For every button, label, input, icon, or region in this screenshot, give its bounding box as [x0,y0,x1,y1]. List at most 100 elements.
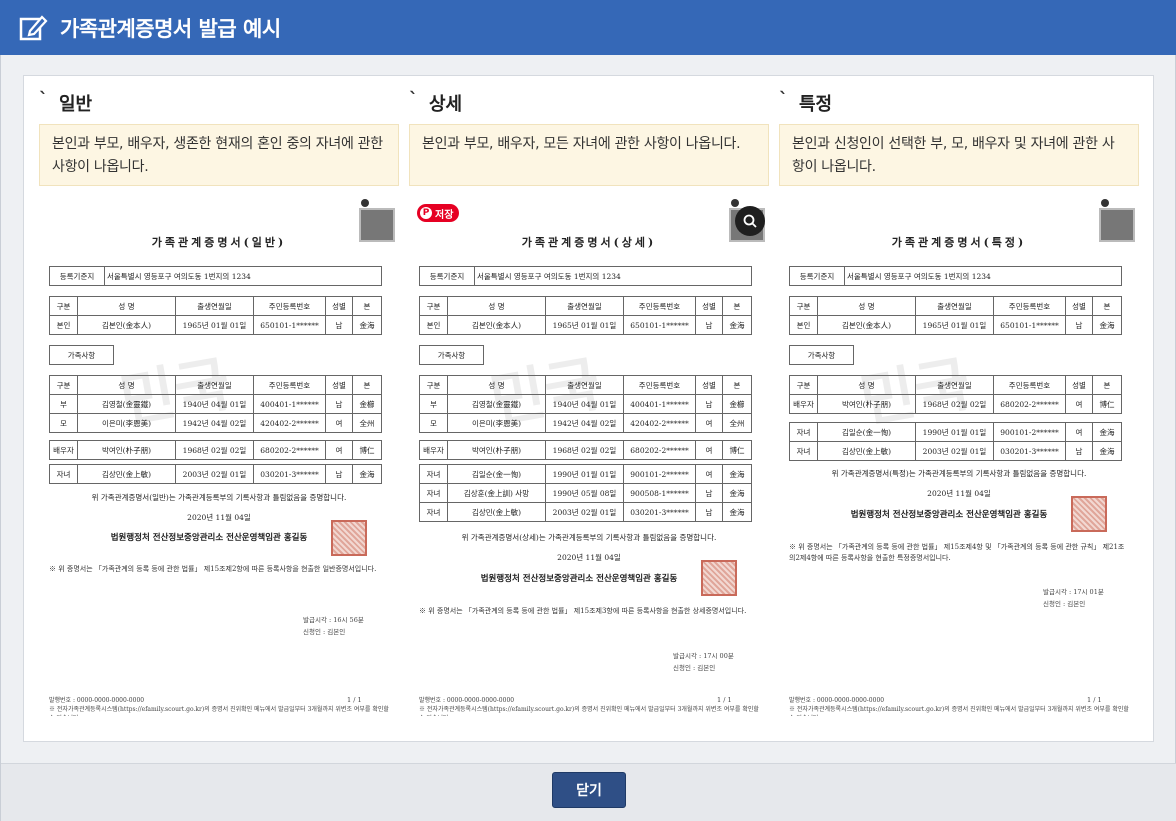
header-cell: 성 명 [77,296,176,316]
cell: 본 [722,375,752,395]
official-seal [701,560,737,596]
table-row: 모 이은미(李恩美) 1942년 04월 02일 420402-2****** 여 全州 [419,413,752,433]
cell: 金海 [1092,422,1122,442]
cell: 남 [1065,441,1093,461]
cell: 출생연월일 [545,296,624,316]
cell: 博仁 [352,440,382,460]
cell: 김상민(金上敏) [77,464,176,484]
cell: 남 [1065,315,1093,335]
cell: 900101-2****** [623,464,696,484]
cell: 성별 [695,375,723,395]
visual-search-icon[interactable] [735,206,765,236]
table-row: 본인 김본인(金本人) 1965년 01월 01일 650101-1****** 남 金海 [419,315,752,335]
cell: 출생연월일 [915,375,994,395]
cell: 남 [325,315,353,335]
children-table: 자녀 김일순(金一恂) 1990년 01월 01일 900101-2****** 여 金海… [789,422,1122,461]
pinterest-icon: P [420,207,432,219]
cell: 이은미(李恩美) [447,413,546,433]
cell: 성 명 [447,375,546,395]
issue-time: 발급시각 : 17시 01분 [1043,588,1104,596]
cell: 자녀 [49,464,78,484]
cell: 주민등록번호 [993,375,1066,395]
cell: 배우자 [49,440,78,460]
column-description: 본인과 부모, 배우자, 모든 자녀에 관한 사항이 나옵니다. [409,124,769,186]
cell: 구분 [789,296,818,316]
issue-time: 발급시각 : 16시 56분 [303,616,364,624]
cell: 650101-1****** [623,315,696,335]
cell: 金海 [722,502,752,522]
header-cell: 구분 [49,296,78,316]
column-heading: ˋ 특정 [779,89,832,116]
reg-value: 서울특별시 영등포구 여의도동 1번지의 1234 [104,266,382,286]
cell: 400401-1****** [253,394,326,414]
bullet-mark: ˋ [39,88,48,110]
header-cell: 출생연월일 [175,375,254,395]
cell: 400401-1****** [623,394,696,414]
table-row: 배우자 박여인(朴子朋) 1968년 02월 02일 680202-2****** 여 博… [419,440,752,460]
cell: 1990년 05월 08일 [545,483,624,503]
cell: 성별 [1065,375,1093,395]
pin-label: 저장 [435,209,454,221]
table-row: 자녀 김상민(金上敏) 2003년 02월 01일 030201-3****** 남 金海 [49,464,382,484]
cell: 1940년 04월 01일 [175,394,254,414]
issuer-name: 법원행정처 전산정보중앙관리소 전산운영책임관 홍길동 [850,510,1048,520]
reg-label: 등록기준지 [419,266,475,286]
footer-note: ※ 전자가족관계등록시스템(https://efamily.scourt.go.… [49,706,389,716]
table-row: 자녀 김일순(金一恂) 1990년 01월 01일 900101-2****** 여 金海 [789,422,1122,442]
cell: 1965년 01월 01일 [915,315,994,335]
cell: 자녀 [419,483,448,503]
cell: 420402-2****** [253,413,326,433]
certify-text: 위 가족관계증명서(특정)는 가족관계등록부의 기록사항과 틀림없음을 증명합니… [831,469,1087,478]
cell: 남 [325,464,353,484]
cell: 金海 [1092,441,1122,461]
child-table: 자녀 김상민(金上敏) 2003년 02월 01일 030201-3****** 남 金海 [49,464,382,484]
official-seal [331,520,367,556]
header-cell: 성별 [325,296,353,316]
cell: 2003년 02월 01일 [175,464,254,484]
cell: 650101-1****** [993,315,1066,335]
cell: 구분 [789,375,818,395]
header-cell: 주민등록번호 [253,375,326,395]
cell: 680202-2****** [253,440,326,460]
column-heading: ˋ 일반 [39,88,92,116]
registry-table: 등록기준지 서울특별시 영등포구 여의도동 1번지의 1234 [789,266,1122,286]
applicant: 신청인 : 김본인 [303,628,346,636]
cell: 全州 [352,413,382,433]
cell: 1942년 04월 02일 [175,413,254,433]
cell: 博仁 [722,440,752,460]
cell: 1990년 01월 01일 [915,422,994,442]
reg-label: 등록기준지 [789,266,845,286]
issuer-name: 법원행정처 전산정보중앙관리소 전산운영책임관 홍길동 [110,533,308,543]
table-row: 자녀 김일순(金一恂) 1990년 01월 01일 900101-2****** 여 金海 [419,464,752,484]
family-label: 가족사항 [419,345,484,365]
cell: 김일순(金一恂) [447,464,546,484]
header-cell: 본 [352,296,382,316]
close-button[interactable]: 닫기 [552,772,626,808]
cell: 본 [1092,375,1122,395]
cell: 金櫛 [352,394,382,414]
table-row: 배우자 박여인(朴子朋) 1968년 02월 02일 680202-2****** 여 博… [49,440,382,460]
pinterest-save-button[interactable]: P 저장 [417,204,460,222]
header-cell: 성별 [325,375,353,395]
window-title: 가족관계증명서 발급 예시 [60,16,281,41]
cell: 성별 [1065,296,1093,316]
cell: 1942년 04월 02일 [545,413,624,433]
edit-icon [19,14,48,40]
cell: 박여인(朴子朋) [817,394,916,414]
cell: 030201-3****** [253,464,326,484]
cell: 金海 [1092,315,1122,335]
table-header-row: 구분 성 명 출생연월일 주민등록번호 성별 본 [419,296,752,316]
certificate-title: 가족관계증명서(상세) [521,236,657,249]
self-table: 구분 성 명 출생연월일 주민등록번호 성별 본 본인 김본인(金本人) 196… [49,296,382,335]
cell: 배우자 [419,440,448,460]
legal-note: ※ 위 증명서는 「가족관계의 등록 등에 관한 법률」 제15조제3항에 따른… [419,607,747,615]
table-row: 부 김영철(金靈鐵) 1940년 04월 01일 400401-1****** 남 金櫛 [419,394,752,414]
cell: 부 [49,394,78,414]
cell: 본인 [49,315,78,335]
children-table: 자녀 김일순(金一恂) 1990년 01월 01일 900101-2****** 여 金海… [419,464,752,522]
certificate-title: 가족관계증명서(일반) [151,236,287,249]
self-table: 구분 성 명 출생연월일 주민등록번호 성별 본 본인 김본인(金本人) 1965년 01월 … [789,296,1122,335]
table-row: 부 김영철(金靈鐵) 1940년 04월 01일 400401-1****** 남 金櫛 [49,394,382,414]
cell: 金櫛 [722,394,752,414]
cell: 남 [695,483,723,503]
